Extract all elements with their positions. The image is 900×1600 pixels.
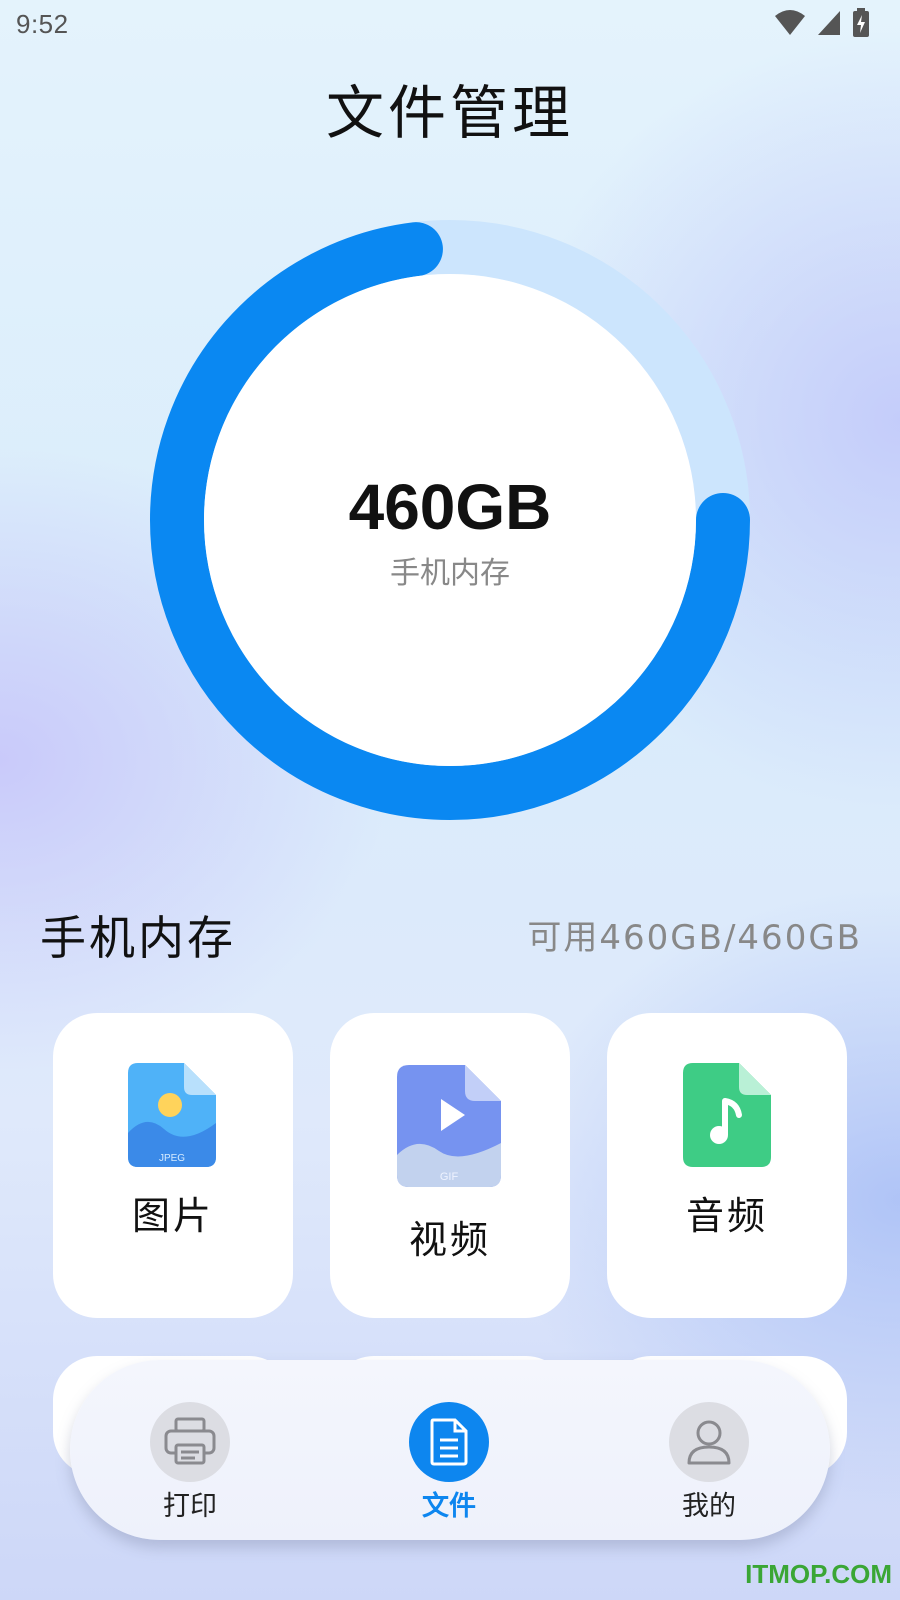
user-icon [687,1420,731,1465]
status-bar: 9:52 [0,0,900,50]
tab-print[interactable]: 打印 [110,1360,270,1540]
status-icons [774,8,870,38]
tab-files-icon-bg [409,1402,489,1482]
tab-print-icon-bg [150,1402,230,1482]
bottom-tab-bar: 打印 文件 我的 [70,1360,830,1540]
category-card-images[interactable]: JPEG 图片 [53,1013,293,1318]
storage-gauge-label: 手机内存 [390,556,510,591]
category-label-videos: 视频 [408,1218,491,1262]
jpeg-badge: JPEG [159,1153,185,1164]
page-title: 文件管理 [325,79,574,147]
watermark: ITMOP.COM [745,1559,892,1589]
image-file-icon: JPEG [128,1063,216,1167]
tab-files[interactable]: 文件 [369,1360,529,1540]
signal-icon [818,11,840,35]
video-file-icon: GIF [397,1065,501,1187]
tab-mine[interactable]: 我的 [629,1360,789,1540]
status-time: 9:52 [16,9,69,39]
category-label-audio: 音频 [685,1194,768,1238]
tab-files-label: 文件 [422,1491,476,1522]
category-card-videos[interactable]: GIF 视频 [330,1013,570,1318]
printer-icon [164,1417,216,1465]
section-title: 手机内存 [40,911,236,965]
tab-print-label: 打印 [163,1491,217,1522]
wifi-icon [775,10,805,35]
gif-badge: GIF [440,1171,459,1183]
category-label-images: 图片 [131,1194,214,1238]
tab-mine-label: 我的 [682,1491,736,1522]
document-icon [430,1418,468,1466]
storage-available: 可用460GB/460GB [527,918,862,958]
category-card-audio[interactable]: 音频 [607,1013,847,1318]
audio-file-icon [683,1063,771,1167]
battery-charging-icon [853,8,869,37]
storage-total-value: 460GB [348,471,552,543]
tab-mine-icon-bg [669,1402,749,1482]
